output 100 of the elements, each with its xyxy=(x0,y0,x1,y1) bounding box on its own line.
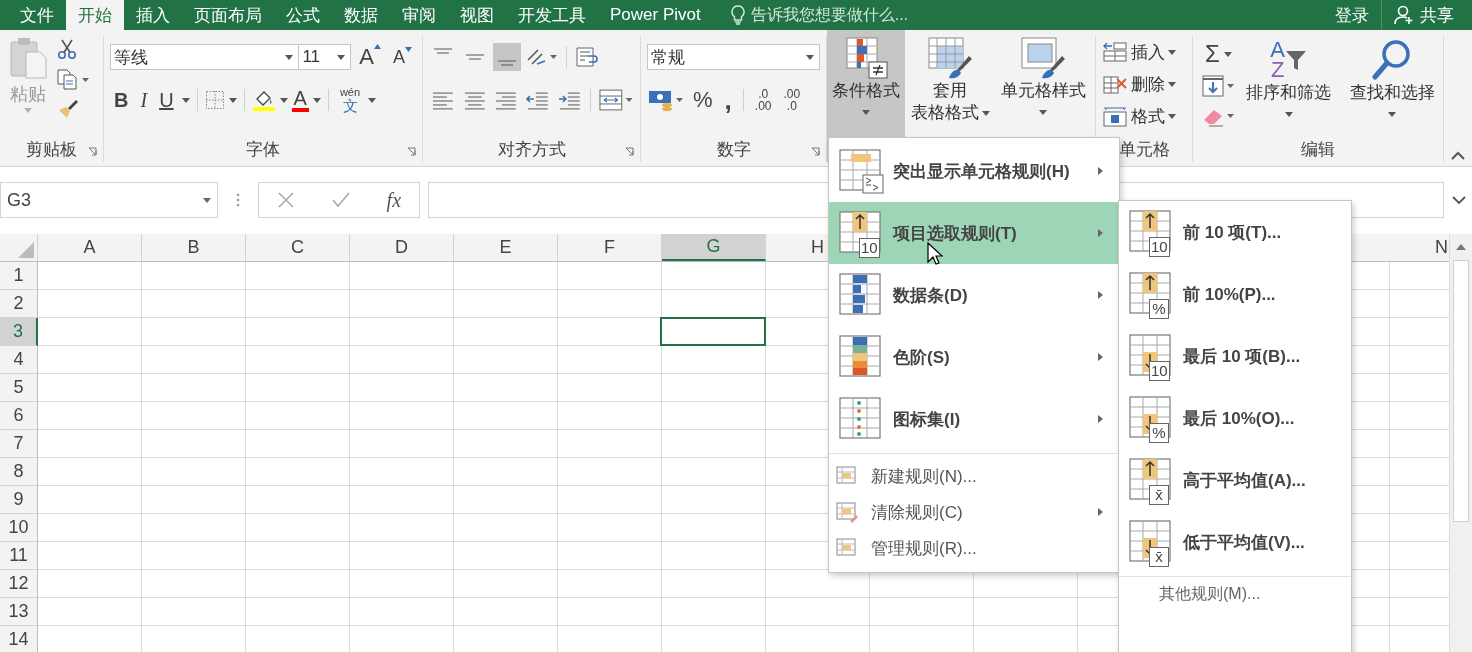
insert-function-button[interactable]: fx xyxy=(386,188,402,212)
dialog-launcher-icon[interactable] xyxy=(811,147,820,156)
row-header[interactable]: 4 xyxy=(0,346,38,374)
menu-item[interactable]: 图标集(I) xyxy=(829,388,1119,450)
grow-font-button[interactable]: A xyxy=(355,44,385,70)
increase-decimal-button[interactable]: .0 .00 xyxy=(750,88,776,112)
menu-item[interactable]: 色阶(S) xyxy=(829,326,1119,388)
ribbon-tab[interactable]: 审阅 xyxy=(390,0,448,30)
row-header[interactable]: 1 xyxy=(0,262,38,290)
menu-item[interactable]: 数据条(D) xyxy=(829,264,1119,326)
autosum-button[interactable]: Σ xyxy=(1201,40,1236,68)
cells-menu-button[interactable]: 删除 xyxy=(1102,70,1192,98)
caret-icon[interactable] xyxy=(312,97,321,103)
icon-badge: 10 xyxy=(1149,361,1170,381)
sign-in-link[interactable]: 登录 xyxy=(1323,0,1381,30)
ribbon-tab[interactable]: 视图 xyxy=(448,0,506,30)
cell-brush-icon xyxy=(1020,36,1066,80)
wrap-text-icon[interactable] xyxy=(574,45,600,69)
font-name-field[interactable]: 等线 xyxy=(110,44,300,70)
column-header[interactable]: C xyxy=(246,234,350,261)
underline-button[interactable]: U xyxy=(155,88,178,112)
cancel-icon[interactable] xyxy=(276,191,295,209)
text-orientation-icon[interactable] xyxy=(525,46,559,68)
ribbon-tab[interactable]: 开始 xyxy=(66,0,124,30)
menu-item[interactable]: 10 前 10 项(T)... xyxy=(1119,201,1351,263)
caret-icon xyxy=(981,110,990,116)
scroll-up-icon[interactable] xyxy=(1454,242,1468,252)
shrink-font-button[interactable]: A xyxy=(389,46,416,68)
column-header[interactable]: G xyxy=(662,234,766,261)
cells-menu-button[interactable]: 格式 xyxy=(1102,102,1192,130)
menu-item[interactable]: % 最后 10%(O)... xyxy=(1119,387,1351,449)
tell-me-search[interactable]: 告诉我您想要做什么... xyxy=(712,0,909,30)
find-select-button[interactable]: 查找和选择 xyxy=(1341,36,1443,136)
column-header[interactable]: E xyxy=(454,234,558,261)
percent-button[interactable]: % xyxy=(689,87,717,113)
ribbon-tab[interactable]: 页面布局 xyxy=(182,0,274,30)
column-header[interactable]: A xyxy=(38,234,142,261)
drag-handle-icon[interactable] xyxy=(236,192,240,208)
menu-item[interactable]: x̄ 高于平均值(A)... xyxy=(1119,449,1351,511)
cells-menu-button[interactable]: 插入 xyxy=(1102,38,1192,66)
row-header[interactable]: 5 xyxy=(0,374,38,402)
row-header[interactable]: 10 xyxy=(0,514,38,542)
row-header[interactable]: 2 xyxy=(0,290,38,318)
row-header[interactable]: 11 xyxy=(0,542,38,570)
ribbon-tab[interactable]: Power Pivot xyxy=(598,0,713,30)
menu-item[interactable]: 其他规则(M)... xyxy=(1119,581,1351,607)
decrease-decimal-button[interactable]: .00 .0 xyxy=(779,88,805,112)
caret-icon xyxy=(1168,113,1176,119)
column-header[interactable]: B xyxy=(142,234,246,261)
menu-item[interactable]: 管理规则(R)... xyxy=(829,530,1119,566)
copy-icon[interactable] xyxy=(56,68,90,90)
font-color-button[interactable]: A xyxy=(291,88,309,112)
row-header[interactable]: 14 xyxy=(0,626,38,652)
dialog-launcher-icon[interactable] xyxy=(407,147,416,156)
name-box[interactable]: G3 xyxy=(0,182,218,218)
selected-cell[interactable] xyxy=(660,317,766,346)
caret-icon xyxy=(405,46,412,52)
caret-icon[interactable] xyxy=(368,97,377,103)
row-header[interactable]: 12 xyxy=(0,570,38,598)
number-format-field[interactable]: 常规 xyxy=(647,44,820,70)
row-header[interactable]: 13 xyxy=(0,598,38,626)
menu-item[interactable]: 10 最后 10 项(B)... xyxy=(1119,325,1351,387)
ribbon-tab[interactable]: 插入 xyxy=(124,0,182,30)
scissors-icon[interactable] xyxy=(56,38,78,60)
row-header[interactable]: 6 xyxy=(0,402,38,430)
caret-icon[interactable] xyxy=(181,97,190,103)
ribbon-tab[interactable]: 数据 xyxy=(332,0,390,30)
column-header[interactable]: D xyxy=(350,234,454,261)
row-header[interactable]: 8 xyxy=(0,458,38,486)
currency-icon[interactable] xyxy=(647,88,685,112)
menu-item[interactable]: 10 项目选取规则(T) xyxy=(829,202,1119,264)
scrollbar-thumb[interactable] xyxy=(1453,260,1469,522)
caret-icon[interactable] xyxy=(228,97,237,103)
menu-item[interactable]: x̄ 低于平均值(V)... xyxy=(1119,511,1351,573)
sort-filter-button[interactable]: A Z 排序和筛选 xyxy=(1237,36,1340,136)
row-header[interactable]: 3 xyxy=(0,318,38,346)
italic-button[interactable]: I xyxy=(136,88,152,112)
row-header[interactable]: 7 xyxy=(0,430,38,458)
fill-down-icon[interactable] xyxy=(1201,74,1235,98)
comma-style-button[interactable]: , xyxy=(720,84,736,116)
bold-button[interactable]: B xyxy=(110,88,133,112)
dialog-launcher-icon[interactable] xyxy=(88,147,97,156)
ribbon-tab[interactable]: 开发工具 xyxy=(506,0,598,30)
caret-icon[interactable] xyxy=(279,97,288,103)
menu-item[interactable]: % 前 10%(P)... xyxy=(1119,263,1351,325)
dialog-launcher-icon[interactable] xyxy=(625,147,634,156)
menu-item[interactable]: 新建规则(N)... xyxy=(829,458,1119,494)
merge-cells-icon[interactable] xyxy=(598,88,634,112)
menu-item[interactable]: 清除规则(C) xyxy=(829,494,1119,530)
phonetic-button[interactable]: wén 文 xyxy=(335,87,365,113)
ribbon-tab[interactable]: 公式 xyxy=(274,0,332,30)
collapse-ribbon-icon[interactable] xyxy=(1451,151,1465,160)
insert-cells-icon xyxy=(1102,41,1128,63)
caret-icon xyxy=(24,108,32,113)
check-icon[interactable] xyxy=(330,191,351,209)
borders-icon[interactable] xyxy=(204,90,225,110)
expand-caret-icon[interactable] xyxy=(1452,195,1466,205)
row-header[interactable]: 9 xyxy=(0,486,38,514)
ribbon-tab[interactable]: 文件 xyxy=(8,0,66,30)
font-size-field[interactable]: 11 xyxy=(298,44,352,70)
